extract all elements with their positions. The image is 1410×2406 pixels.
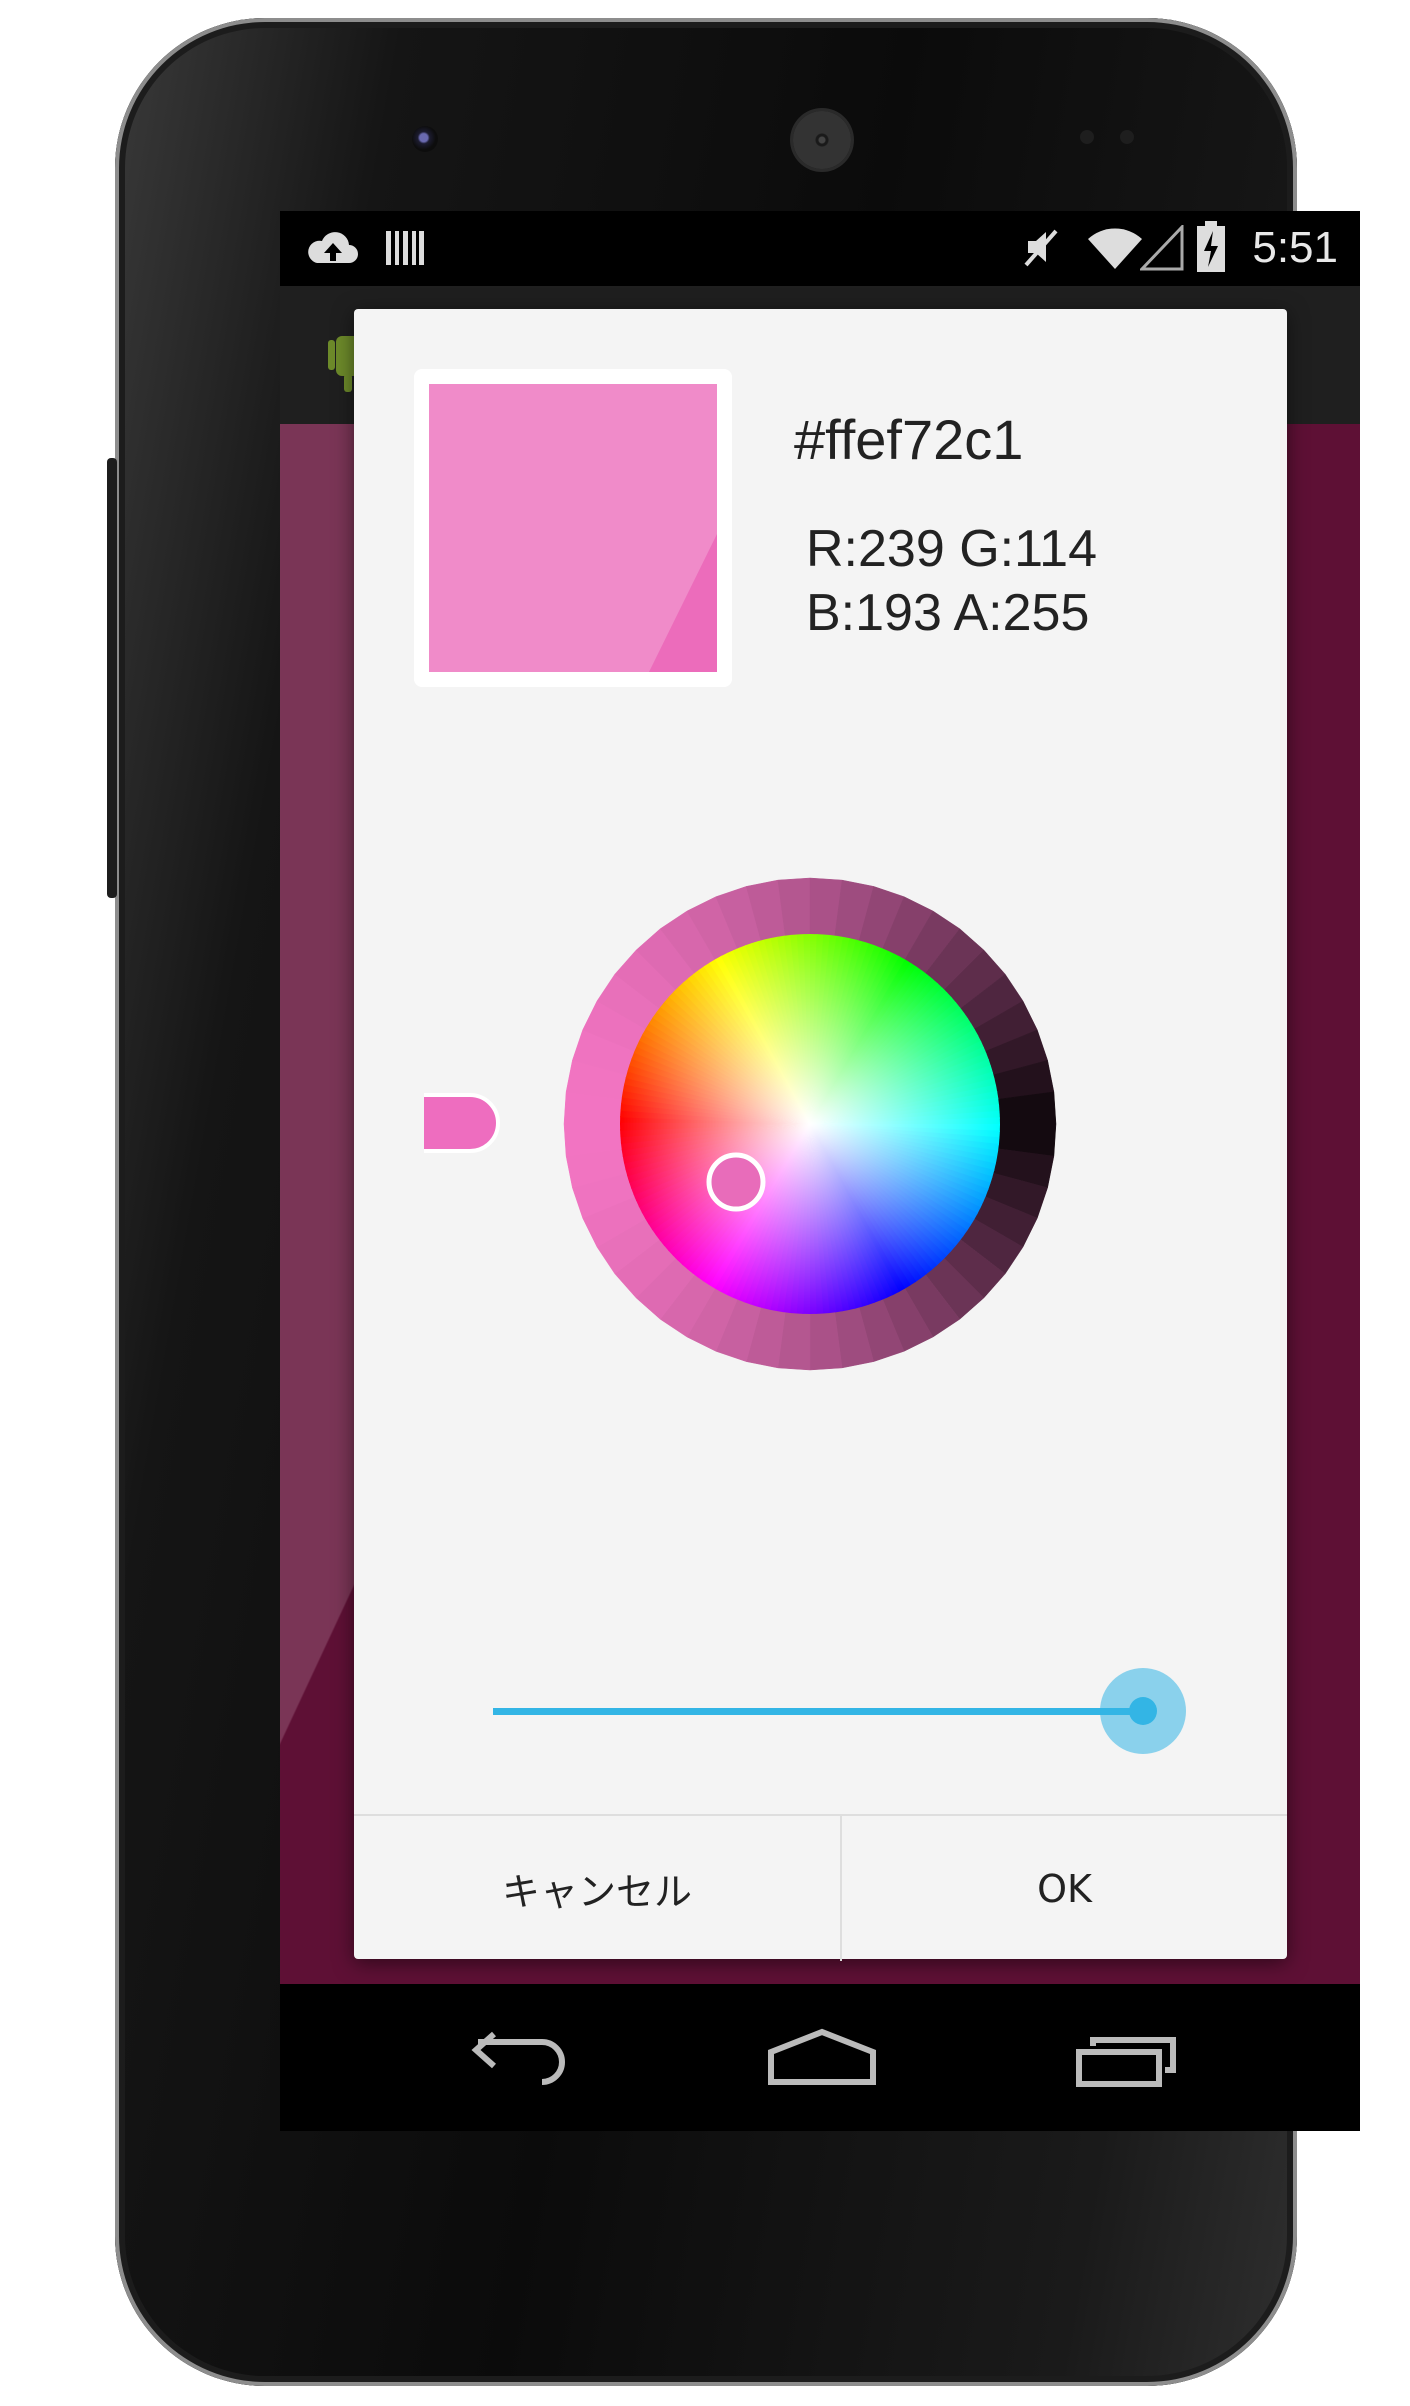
value-ring-marker[interactable] bbox=[424, 1093, 500, 1153]
navigation-bar bbox=[280, 1986, 1360, 2131]
phone-frame: 5:51 #ffef72c1 R:239 G:114 B:193 A:255 キ… bbox=[107, 18, 1360, 2386]
volume-button bbox=[107, 458, 117, 898]
swatch-graphic bbox=[429, 384, 717, 672]
color-rgba-values: R:239 G:114 B:193 A:255 bbox=[806, 517, 1097, 645]
status-time: 5:51 bbox=[1252, 223, 1338, 272]
color-hex-value: #ffef72c1 bbox=[794, 408, 1024, 471]
color-preview-frame bbox=[414, 369, 732, 687]
front-camera bbox=[412, 126, 438, 152]
barcode-icon bbox=[386, 231, 424, 265]
rgba-line-1: R:239 G:114 bbox=[806, 520, 1098, 578]
cancel-button[interactable]: キャンセル bbox=[354, 1816, 842, 1961]
cloud-upload-icon bbox=[308, 232, 358, 263]
color-wheel-widget[interactable] bbox=[424, 769, 1144, 1489]
ok-button[interactable]: OK bbox=[842, 1816, 1287, 1961]
alpha-slider-thumb[interactable] bbox=[1129, 1697, 1157, 1725]
color-selector-handle[interactable] bbox=[706, 1152, 766, 1212]
battery-charging-icon bbox=[1197, 221, 1225, 272]
color-preview-swatch bbox=[429, 384, 717, 672]
proximity-sensor bbox=[1080, 130, 1094, 144]
dialog-button-row: キャンセル OK bbox=[354, 1814, 1287, 1961]
recents-icon[interactable] bbox=[1075, 2028, 1179, 2088]
status-bar: 5:51 bbox=[280, 211, 1360, 286]
color-picker-dialog: #ffef72c1 R:239 G:114 B:193 A:255 キャンセル … bbox=[354, 309, 1287, 1961]
rgba-line-2: B:193 A:255 bbox=[806, 584, 1090, 642]
screen: 5:51 #ffef72c1 R:239 G:114 B:193 A:255 キ… bbox=[280, 211, 1360, 2131]
mute-icon bbox=[1024, 229, 1058, 267]
signal-icon bbox=[1140, 225, 1184, 271]
alpha-slider-track[interactable] bbox=[493, 1708, 1151, 1715]
back-icon[interactable] bbox=[470, 2028, 570, 2088]
earpiece-speaker bbox=[793, 111, 851, 169]
wifi-icon bbox=[1088, 228, 1142, 269]
light-sensor bbox=[1120, 130, 1134, 144]
home-icon[interactable] bbox=[767, 2028, 877, 2088]
